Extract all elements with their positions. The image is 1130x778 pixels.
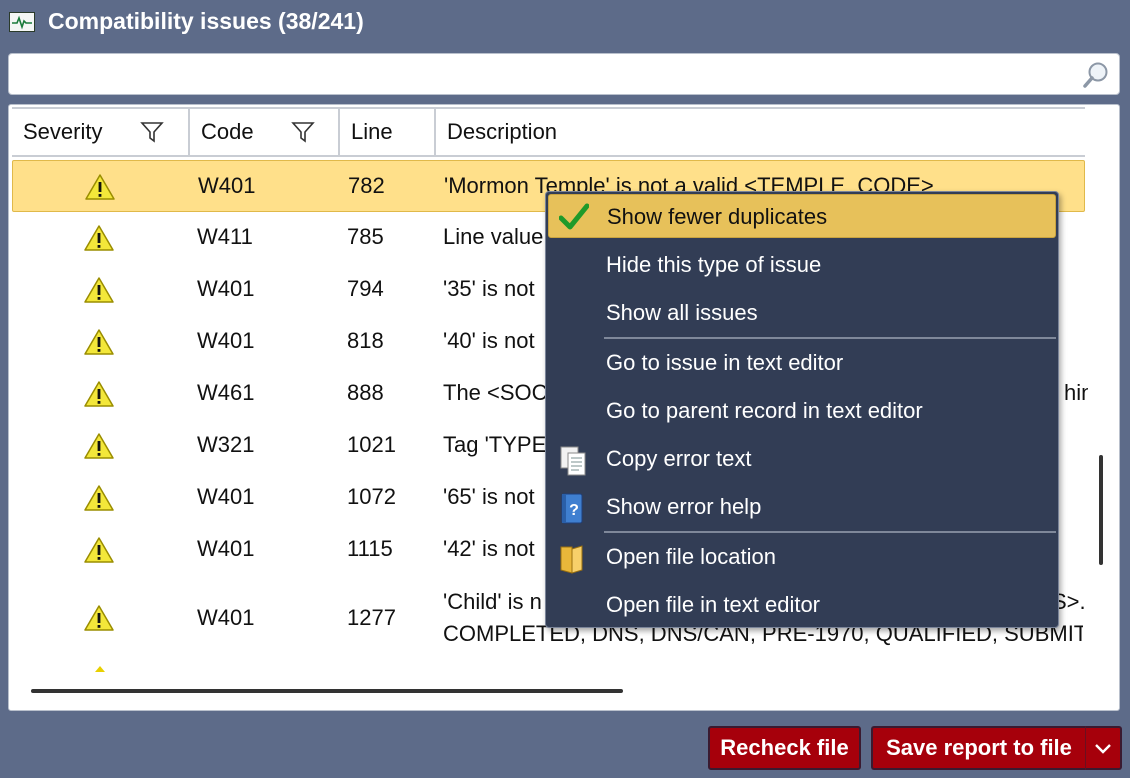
save-report-dropdown-button[interactable]: [1085, 726, 1122, 770]
warning-icon: [84, 433, 114, 459]
menu-item-label: Open file location: [606, 544, 776, 569]
help-book-icon: ?: [561, 493, 583, 524]
code-cell: W461: [197, 380, 255, 405]
filter-icon[interactable]: [140, 120, 164, 144]
filter-icon[interactable]: [291, 120, 315, 144]
monitor-pulse-icon: [9, 12, 35, 32]
column-header-line[interactable]: Line: [340, 109, 436, 155]
menu-item-open-file-in-editor[interactable]: Open file in text editor: [548, 583, 1056, 627]
menu-separator: [604, 531, 1056, 533]
warning-icon: [95, 666, 105, 672]
warning-icon: [85, 174, 115, 200]
warning-icon: [84, 537, 114, 563]
warning-icon: [84, 277, 114, 303]
menu-item-label: Show fewer duplicates: [607, 204, 828, 229]
table-header: Severity Code Line Description: [12, 107, 1085, 157]
warning-icon: [84, 485, 114, 511]
recheck-file-button[interactable]: Recheck file: [708, 726, 861, 770]
line-cell: 1021: [347, 432, 396, 457]
chevron-down-icon: [1095, 744, 1111, 754]
menu-item-label: Show all issues: [606, 300, 758, 325]
menu-item-label: Go to issue in text editor: [606, 350, 844, 375]
warning-icon: [84, 225, 114, 251]
line-cell: 1072: [347, 484, 396, 509]
code-cell: W401: [197, 605, 255, 630]
line-cell: 1115: [347, 536, 393, 561]
window-title: Compatibility issues (38/241): [48, 8, 364, 34]
code-cell: W401: [197, 276, 255, 301]
column-line-label: Line: [351, 119, 393, 144]
code-cell: W401: [197, 484, 255, 509]
line-cell: 818: [347, 328, 384, 353]
menu-item-label: Go to parent record in text editor: [606, 398, 923, 423]
code-cell: W401: [198, 173, 256, 198]
column-severity-label: Severity: [23, 119, 103, 144]
menu-separator: [604, 337, 1056, 339]
line-cell: 1277: [347, 605, 396, 630]
code-cell: W401: [197, 536, 255, 561]
column-description-label: Description: [447, 119, 558, 144]
menu-item-hide-type[interactable]: Hide this type of issue: [548, 243, 1056, 287]
line-cell: 785: [347, 224, 384, 249]
menu-item-go-to-parent-record[interactable]: Go to parent record in text editor: [548, 389, 1056, 433]
vertical-scrollbar[interactable]: [1099, 455, 1103, 565]
menu-item-label: Open file in text editor: [606, 592, 821, 617]
warning-icon: [84, 381, 114, 407]
context-menu: Show fewer duplicates Hide this type of …: [545, 191, 1059, 628]
line-cell: 888: [347, 380, 384, 405]
menu-item-label: Copy error text: [606, 446, 752, 471]
folder-icon: [560, 545, 583, 574]
warning-icon: [84, 605, 114, 631]
menu-item-open-file-location[interactable]: Open file location: [548, 535, 1056, 579]
title-bar: Compatibility issues (38/241): [0, 0, 1130, 46]
copy-document-icon: [560, 446, 586, 476]
checkmark-icon: [559, 203, 589, 230]
code-cell: W411: [197, 224, 253, 249]
save-report-button[interactable]: Save report to file: [871, 726, 1085, 770]
column-header-severity[interactable]: Severity: [12, 109, 190, 155]
warning-icon: [84, 329, 114, 355]
line-cell: 782: [348, 173, 385, 198]
menu-item-show-all-issues[interactable]: Show all issues: [548, 291, 1056, 335]
svg-text:?: ?: [569, 502, 579, 519]
magnifier-icon[interactable]: [1081, 60, 1111, 90]
description-tail: hin: [1064, 380, 1088, 405]
search-input[interactable]: [8, 53, 1120, 95]
horizontal-scrollbar[interactable]: [31, 689, 623, 693]
menu-item-copy-error-text[interactable]: Copy error text: [548, 437, 1056, 481]
column-code-label: Code: [201, 119, 254, 144]
column-header-description[interactable]: Description: [436, 109, 1085, 155]
line-cell: 794: [347, 276, 384, 301]
menu-item-go-to-issue[interactable]: Go to issue in text editor: [548, 341, 1056, 385]
code-cell: W321: [197, 432, 255, 457]
menu-item-label: Show error help: [606, 494, 762, 519]
menu-item-show-error-help[interactable]: ? Show error help: [548, 485, 1056, 529]
menu-item-label: Hide this type of issue: [606, 252, 822, 277]
code-cell: W401: [197, 328, 255, 353]
menu-item-show-fewer-duplicates[interactable]: Show fewer duplicates: [548, 194, 1056, 238]
column-header-code[interactable]: Code: [190, 109, 340, 155]
